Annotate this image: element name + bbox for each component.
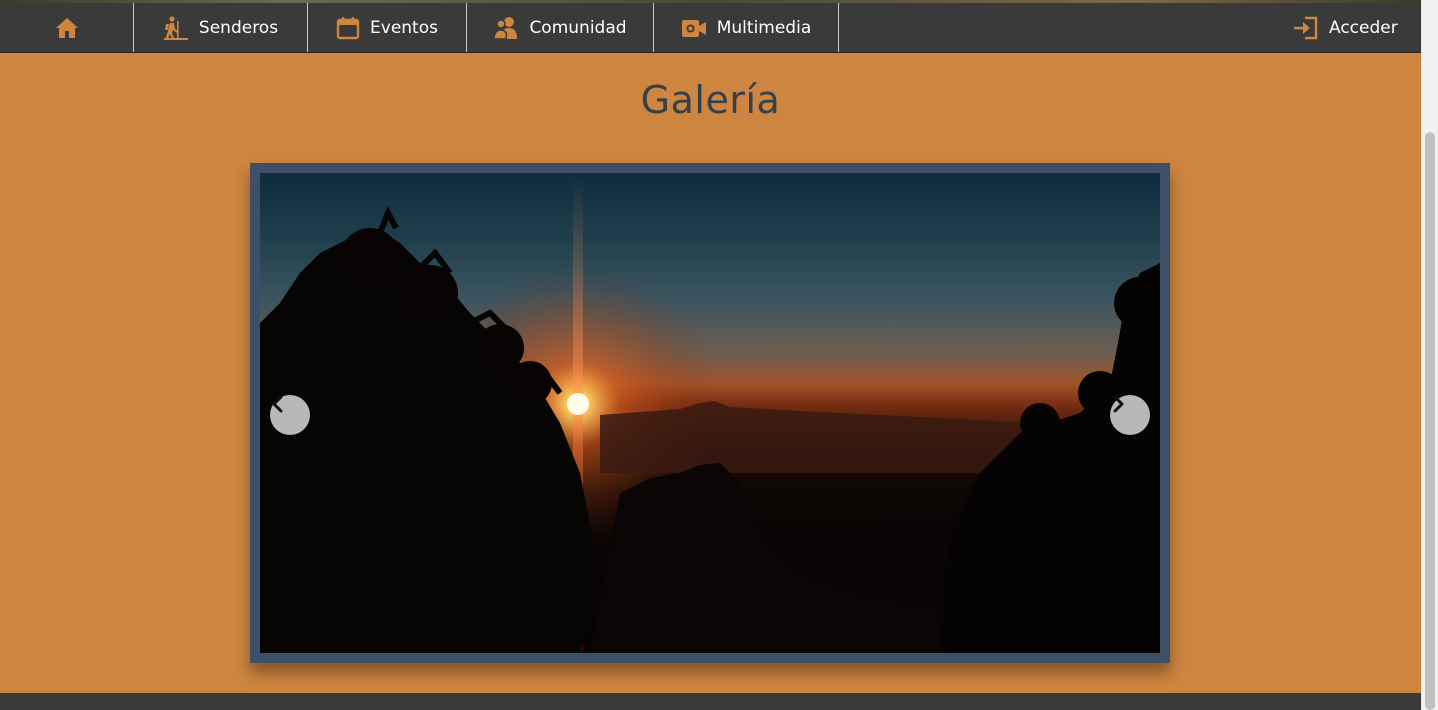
- nav-home[interactable]: [0, 3, 134, 52]
- sunset-landscape-illustration: [260, 173, 1160, 653]
- gallery-slider: [250, 163, 1170, 663]
- nav-comunidad-label: Comunidad: [529, 17, 627, 38]
- camera-icon: [681, 17, 707, 39]
- nav-multimedia-label: Multimedia: [716, 17, 812, 38]
- calendar-icon: [336, 16, 360, 40]
- nav-multimedia[interactable]: Multimedia: [654, 3, 839, 52]
- home-icon: [55, 17, 79, 39]
- nav-senderos[interactable]: Senderos: [134, 3, 308, 52]
- scrollbar-thumb[interactable]: [1425, 132, 1435, 710]
- nav-login-label: Acceder: [1329, 17, 1398, 38]
- page-title: Galería: [640, 78, 781, 122]
- previous-slide-button[interactable]: [270, 395, 310, 435]
- nav-senderos-label: Senderos: [198, 17, 279, 38]
- hiker-icon: [163, 15, 189, 40]
- footer-bar: [0, 693, 1421, 710]
- main-navbar: Senderos Eventos Comunidad Multimedia Ac…: [0, 3, 1421, 53]
- next-slide-button[interactable]: [1110, 395, 1150, 435]
- nav-comunidad[interactable]: Comunidad: [467, 3, 654, 52]
- sign-in-icon: [1293, 16, 1319, 40]
- gallery-image: [260, 173, 1160, 653]
- nav-eventos[interactable]: Eventos: [308, 3, 467, 52]
- users-icon: [493, 16, 519, 40]
- page-scrollbar[interactable]: [1421, 0, 1438, 710]
- nav-login[interactable]: Acceder: [1291, 3, 1421, 52]
- nav-eventos-label: Eventos: [370, 17, 438, 38]
